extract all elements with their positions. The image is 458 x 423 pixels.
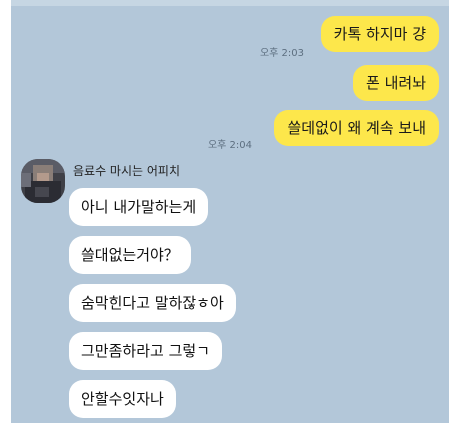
- their-message-bubble[interactable]: 그만좀하라고 그렇ㄱ: [69, 332, 222, 370]
- message-time: 오후 2:03: [259, 48, 304, 59]
- sender-name: 음료수 마시는 어피치: [73, 164, 180, 178]
- their-message-bubble[interactable]: 아니 내가말하는게: [69, 188, 209, 226]
- my-message-bubble[interactable]: 카톡 하지마 걍: [320, 16, 439, 52]
- their-message-bubble[interactable]: 안할수잇자나: [69, 380, 176, 418]
- their-message-bubble[interactable]: 쓸대없는거야？: [69, 236, 191, 274]
- top-divider: [11, 0, 449, 6]
- their-message-bubble[interactable]: 숨막힌다고 말하잖ㅎ아: [69, 284, 236, 322]
- my-message-bubble[interactable]: 폰 내려놔: [353, 65, 439, 101]
- my-message-bubble[interactable]: 쓸데없이 왜 계속 보내: [274, 110, 439, 146]
- message-time: 오후 2:04: [207, 140, 252, 151]
- sender-avatar[interactable]: [21, 159, 65, 203]
- chat-room[interactable]: 오후 2:03 카톡 하지마 걍 폰 내려놔 오후 2:04 쓸데없이 왜 계속…: [11, 0, 449, 423]
